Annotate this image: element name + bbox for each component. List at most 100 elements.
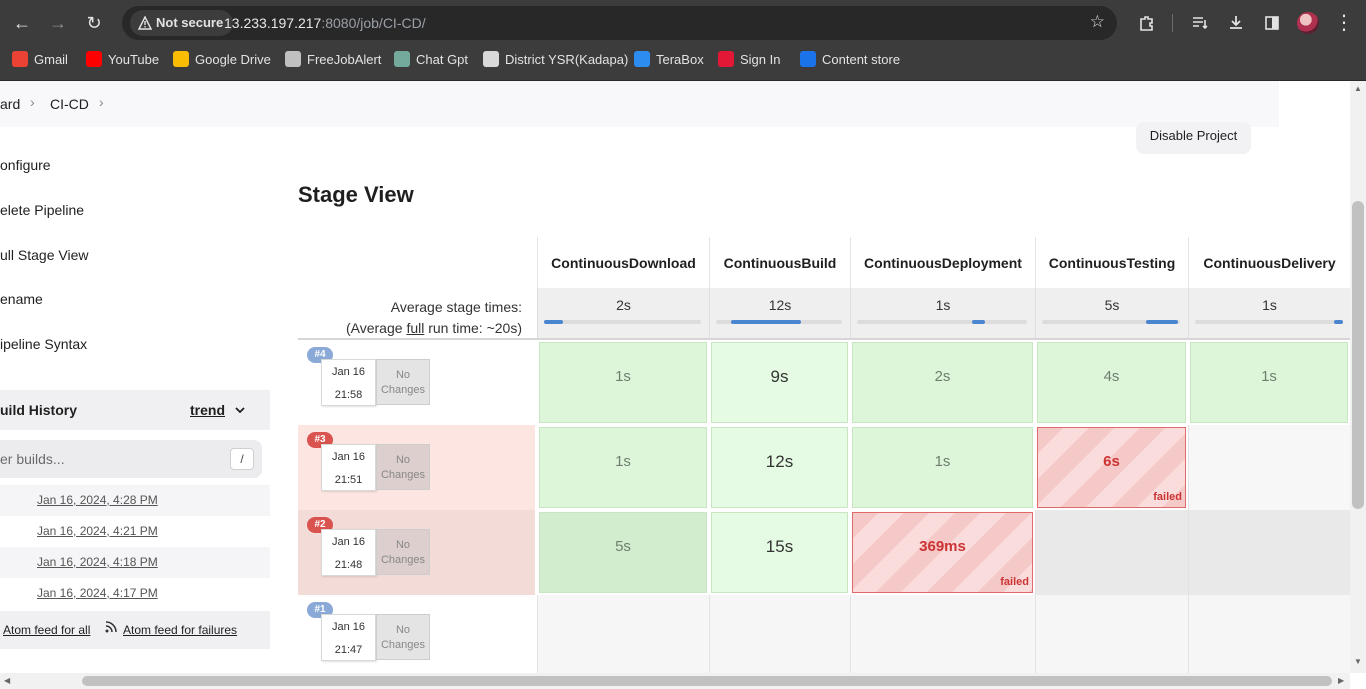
scroll-right-icon[interactable]: ▶	[1338, 676, 1344, 685]
stage-duration: 4s	[1103, 368, 1120, 385]
build-date-link[interactable]: Jan 16, 2024, 4:17 PM	[37, 586, 158, 600]
breadcrumb-chevron-icon[interactable]: ›	[99, 94, 104, 110]
scroll-left-icon[interactable]: ◀	[4, 676, 10, 685]
address-bar[interactable]: Not secure 13.233.197.217:8080/job/CI-CD…	[122, 6, 1117, 40]
bookmark-terabox[interactable]: TeraBox	[634, 46, 704, 74]
stage-cell-success[interactable]: 1s	[1190, 342, 1348, 423]
no-changes-box: No Changes	[376, 529, 430, 575]
stage-cell-failed[interactable]: 6s failed	[1037, 427, 1186, 508]
bookmark-label: District YSR(Kadapa)	[505, 52, 629, 67]
vertical-scrollbar[interactable]: ▲ ▼	[1350, 81, 1366, 673]
stage-average-cell: 2s	[537, 288, 709, 338]
stage-average-bar	[544, 320, 701, 324]
stage-cell-success[interactable]: 15s	[711, 512, 848, 593]
full-run-link[interactable]: full	[406, 320, 424, 336]
vertical-scroll-thumb[interactable]	[1352, 201, 1364, 509]
stage-cell-empty	[1188, 595, 1350, 673]
reading-list-icon[interactable]	[1186, 9, 1214, 37]
forward-icon[interactable]: →	[44, 9, 72, 37]
kebab-menu-icon[interactable]: ⋮	[1330, 9, 1358, 37]
build-date: Jan 16	[331, 366, 366, 378]
stage-cell-success[interactable]: 4s	[1037, 342, 1186, 423]
bookmark-district-ysr-kadapa[interactable]: District YSR(Kadapa)	[483, 46, 628, 74]
stage-cell-empty	[1035, 510, 1188, 595]
bookmark-gmail[interactable]: Gmail	[12, 46, 68, 74]
stage-average-time: 1s	[935, 297, 951, 313]
download-icon[interactable]	[1222, 9, 1250, 37]
sidebar-item-configure[interactable]: onfigure	[0, 157, 51, 173]
stage-average-bar	[1195, 320, 1343, 324]
url-host: 13.233.197.217	[224, 15, 322, 31]
build-date: Jan 16	[331, 536, 366, 548]
stage-cell-success[interactable]: 2s	[852, 342, 1033, 423]
stage-duration: 369ms	[919, 538, 966, 555]
bookmark-content-store[interactable]: Content store	[800, 46, 900, 74]
stage-duration: 15s	[765, 537, 794, 556]
scroll-down-icon[interactable]: ▼	[1354, 657, 1362, 666]
breadcrumb-ci-cd[interactable]: CI-CD	[50, 96, 89, 112]
horizontal-scrollbar[interactable]: ◀ ▶	[0, 673, 1350, 689]
security-chip[interactable]: Not secure	[130, 10, 234, 36]
trend-link[interactable]: trend	[190, 402, 225, 418]
slash-shortcut-hint: /	[230, 448, 254, 470]
stage-header: ContinuousBuild	[709, 237, 850, 289]
no-changes-box: No Changes	[376, 359, 430, 405]
sidebar-item-delete-pipeline[interactable]: elete Pipeline	[0, 202, 84, 218]
back-icon[interactable]: ←	[8, 9, 36, 37]
sidebar-item-pipeline-syntax[interactable]: ipeline Syntax	[0, 336, 87, 352]
toolbar-separator	[1172, 14, 1173, 32]
stage-cell-failed[interactable]: 369ms failed	[852, 512, 1033, 593]
build-date-link[interactable]: Jan 16, 2024, 4:18 PM	[37, 555, 158, 569]
bookmark-chat-gpt[interactable]: Chat Gpt	[394, 46, 468, 74]
stage-cell-success[interactable]: 12s	[711, 427, 848, 508]
profile-avatar[interactable]	[1297, 12, 1319, 34]
bookmark-label: FreeJobAlert	[307, 52, 382, 67]
build-date-link[interactable]: Jan 16, 2024, 4:21 PM	[37, 524, 158, 538]
url-text[interactable]: 13.233.197.217:8080/job/CI-CD/	[224, 6, 426, 40]
avg-label-line2: (Average full run time: ~20s)	[298, 318, 522, 339]
atom-feed-failures-link[interactable]: Atom feed for failures	[123, 623, 237, 637]
breadcrumb-chevron-icon: ›	[30, 94, 35, 110]
bookmark-sign-in[interactable]: Sign In	[718, 46, 780, 74]
bookmark-star-icon[interactable]: ☆	[1090, 12, 1105, 32]
stage-duration: 1s	[934, 453, 951, 470]
stage-cell-success[interactable]: 5s	[539, 512, 707, 593]
breadcrumb-dashboard[interactable]: ard	[0, 96, 20, 112]
build-time: 21:47	[334, 644, 363, 656]
jenkins-page: ard › CI-CD › Disable Project onfigure e…	[0, 81, 1350, 673]
atom-feed-all-link[interactable]: Atom feed for all	[3, 623, 90, 637]
build-date-link[interactable]: Jan 16, 2024, 4:28 PM	[37, 493, 158, 507]
avg-label-prefix: (Average	[345, 320, 407, 336]
build-date-box: Jan 16 21:48	[321, 529, 376, 576]
sidebar-item-rename[interactable]: ename	[0, 291, 43, 307]
build-date-box: Jan 16 21:58	[321, 359, 376, 406]
scroll-up-icon[interactable]: ▲	[1354, 84, 1362, 93]
bookmark-youtube[interactable]: YouTube	[86, 46, 159, 74]
no-changes-box: No Changes	[376, 444, 430, 490]
build-date: Jan 16	[331, 621, 366, 633]
chevron-down-icon[interactable]	[234, 404, 246, 416]
stage-header: ContinuousDownload	[537, 237, 709, 289]
stage-cell-success[interactable]: 9s	[711, 342, 848, 423]
reload-icon[interactable]: ↻	[80, 9, 108, 37]
filter-builds-input[interactable]: er builds... /	[0, 440, 262, 478]
bookmark-favicon-icon	[394, 51, 410, 67]
bookmark-google-drive[interactable]: Google Drive	[173, 46, 271, 74]
stage-cell-success[interactable]: 1s	[539, 342, 707, 423]
horizontal-scroll-thumb[interactable]	[82, 676, 1332, 686]
stage-average-bar-fill	[731, 320, 802, 324]
stage-cell-success[interactable]: 1s	[852, 427, 1033, 508]
sidebar-item-full-stage-view[interactable]: ull Stage View	[0, 247, 88, 263]
url-path: :8080/job/CI-CD/	[321, 15, 426, 31]
side-panel-icon[interactable]	[1258, 9, 1286, 37]
extensions-icon[interactable]	[1133, 9, 1161, 37]
stage-cell-success[interactable]: 1s	[539, 427, 707, 508]
bookmark-label: Gmail	[34, 52, 68, 67]
bookmark-freejobalert[interactable]: FreeJobAlert	[285, 46, 381, 74]
build-time: 21:58	[334, 389, 363, 401]
failed-label: failed	[1153, 491, 1182, 503]
security-label: Not secure	[156, 15, 224, 30]
disable-project-button[interactable]: Disable Project	[1136, 122, 1251, 154]
breadcrumb: ard › CI-CD ›	[0, 81, 1279, 127]
bookmark-label: Chat Gpt	[416, 52, 469, 67]
